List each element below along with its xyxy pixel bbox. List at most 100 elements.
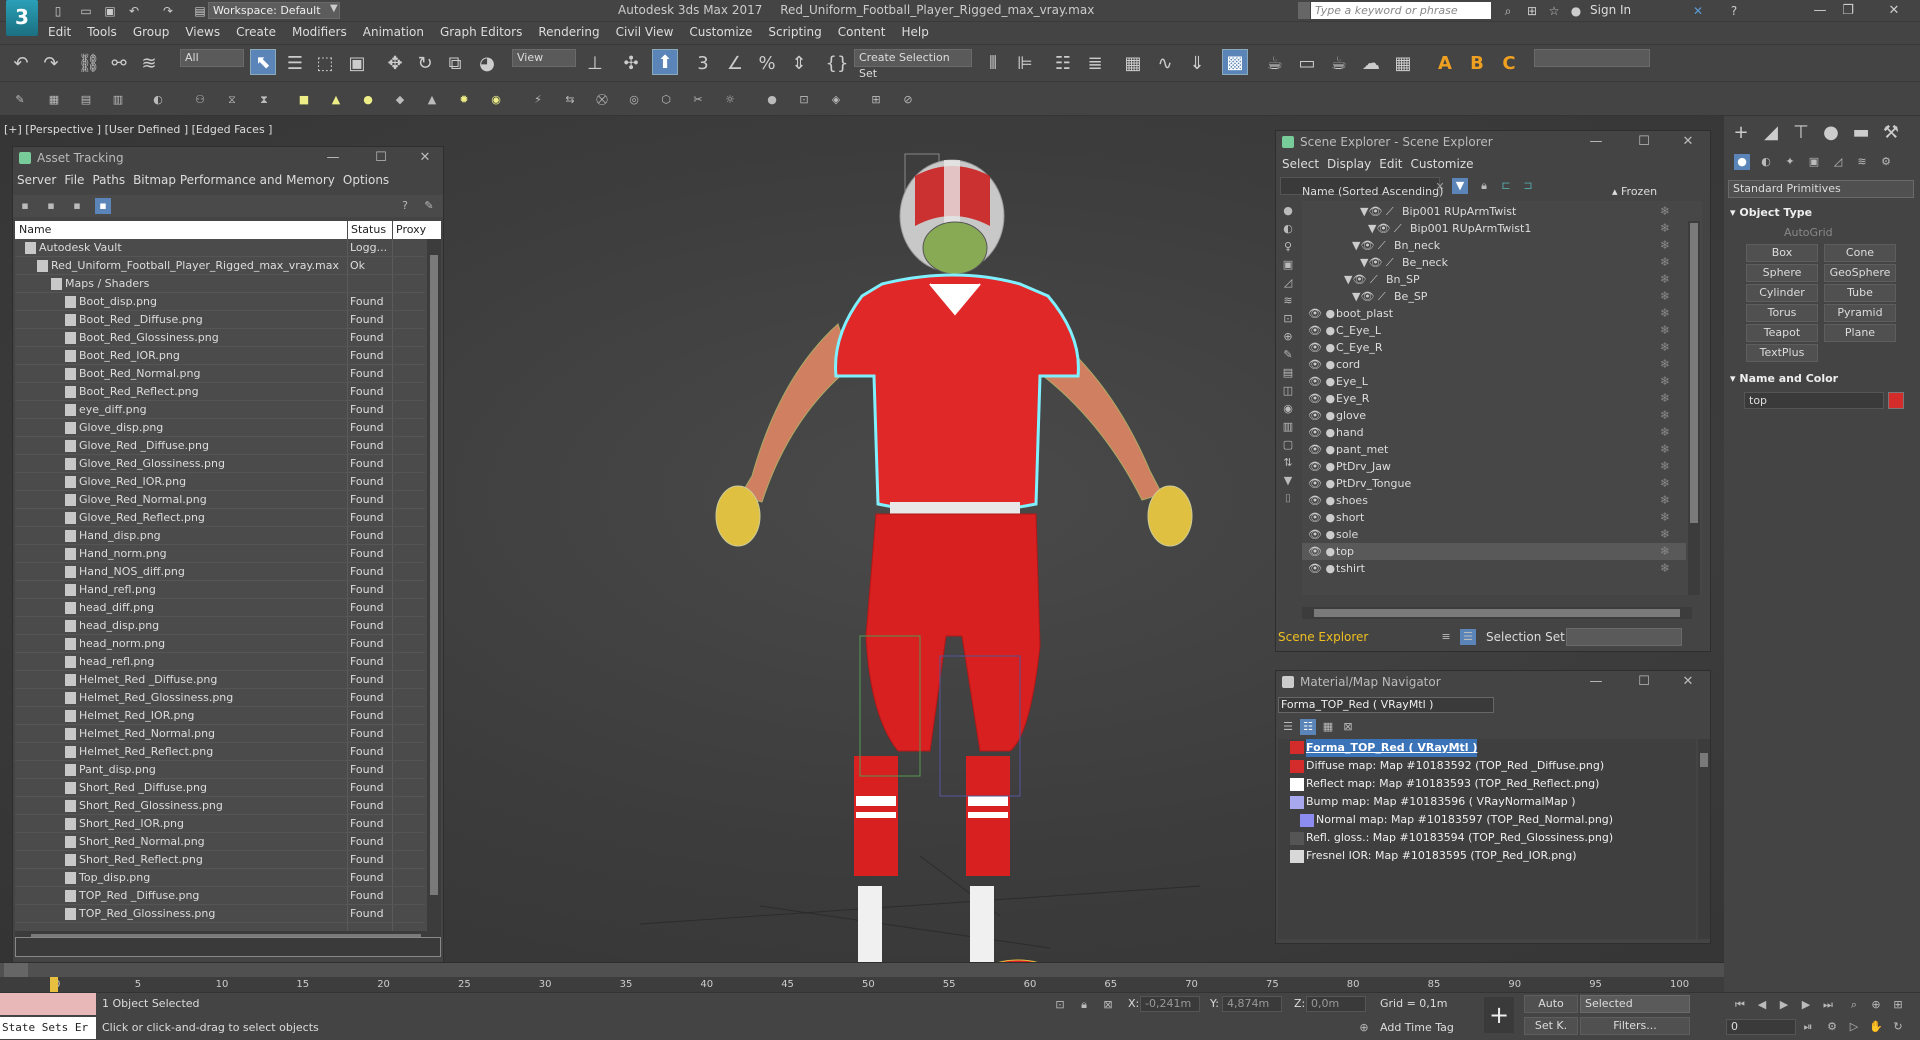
pivot-center-icon[interactable]: ⊥ (582, 51, 608, 77)
toolbar-icon-1[interactable]: ✎ (12, 92, 28, 108)
render-setup-icon[interactable]: ☕ (1262, 51, 1288, 77)
asset-row[interactable]: Short_Red_IOR.png Found (15, 815, 425, 833)
column-header-name[interactable]: Name (15, 221, 347, 239)
menu-civil-view[interactable]: Civil View (608, 22, 682, 42)
column-header-name[interactable]: Name (Sorted Ascending) (1302, 183, 1443, 201)
selection-region-icon[interactable]: ⬚ (312, 51, 338, 77)
display-helpers-icon[interactable]: ◿ (1280, 275, 1296, 291)
display-spacewarps-icon[interactable]: ≋ (1280, 293, 1296, 309)
map-item[interactable]: Refl. gloss.: Map #10183594 (TOP_Red_Glo… (1306, 829, 1613, 847)
panel-close-button[interactable]: ✕ (415, 149, 435, 167)
map-item[interactable]: Diffuse map: Map #10183592 (TOP_Red _Dif… (1306, 757, 1604, 775)
visibility-eye-icon[interactable]: 👁︎ ● (1308, 441, 1335, 458)
panel-maximize-button[interactable]: ☐ (1634, 673, 1654, 691)
pyramid-button[interactable]: Pyramid (1824, 304, 1896, 322)
object-color-swatch[interactable] (1888, 392, 1904, 409)
scene-menu-display[interactable]: Display (1327, 157, 1371, 171)
scene-tree-item[interactable]: ▼👁︎ ⟋ Be_SP ❄ (1302, 288, 1686, 305)
keyboard-shortcut-override-icon[interactable]: ⬆ (652, 49, 678, 75)
vray-b-icon[interactable]: B (1464, 51, 1490, 77)
visibility-eye-icon[interactable]: ▼👁︎ ⟋ (1352, 237, 1386, 254)
curve-editor-icon[interactable]: ∿ (1152, 51, 1178, 77)
frame-counter[interactable] (4, 963, 28, 977)
menu-edit[interactable]: Edit (40, 22, 79, 42)
panel-maximize-button[interactable]: ☐ (371, 149, 391, 167)
scene-tree-item[interactable]: ▼👁︎ ⟋ Bn_SP ❄ (1302, 271, 1686, 288)
spinner-snap-icon[interactable]: ⇕ (786, 51, 812, 77)
column-header-proxy[interactable]: Proxy (393, 221, 441, 239)
map-item[interactable]: Reflect map: Map #10183593 (TOP_Red_Refl… (1306, 775, 1599, 793)
geometry-category-icon[interactable]: ● (1734, 154, 1750, 170)
scene-tree-item[interactable]: 👁︎ ● sole ❄ (1302, 526, 1686, 543)
search-input[interactable]: Type a keyword or phrase (1311, 2, 1491, 19)
asset-row[interactable]: Boot_Red_Normal.png Found (15, 365, 425, 383)
asset-menu-paths[interactable]: Paths (92, 173, 125, 187)
map-item[interactable]: Bump map: Map #10183596 ( VRayNormalMap … (1306, 793, 1576, 811)
display-lights-icon[interactable]: ♀ (1280, 239, 1296, 255)
frozen-icon[interactable]: ❄ (1660, 475, 1670, 492)
scene-menu-edit[interactable]: Edit (1379, 157, 1402, 171)
frozen-icon[interactable]: ❄ (1660, 373, 1670, 390)
rotate-icon[interactable]: ↻ (412, 51, 438, 77)
layer-toggle-icon[interactable]: ≡ (1438, 629, 1454, 645)
object-name-field[interactable]: top (1744, 392, 1884, 409)
render-production-icon[interactable]: ☕ (1326, 51, 1352, 77)
visibility-eye-icon[interactable]: 👁︎ ● (1308, 390, 1335, 407)
placement-icon[interactable]: ◕ (474, 51, 500, 77)
vray-c-icon[interactable]: C (1496, 51, 1522, 77)
asset-row[interactable]: Short_Red_Reflect.png Found (15, 851, 425, 869)
sign-in-link[interactable]: Sign In (1590, 3, 1631, 17)
motion-tab-icon[interactable]: ● (1818, 120, 1844, 146)
scene-tree-item[interactable]: 👁︎ ● C_Eye_L ❄ (1302, 322, 1686, 339)
frozen-icon[interactable]: ❄ (1660, 220, 1670, 237)
visibility-eye-icon[interactable]: 👁︎ ● (1308, 458, 1335, 475)
asset-row[interactable]: Helmet_Red _Diffuse.png Found (15, 671, 425, 689)
asset-row[interactable]: Glove_disp.png Found (15, 419, 425, 437)
zoom-icon[interactable]: ⌕ (1846, 997, 1862, 1013)
frozen-icon[interactable]: ❄ (1660, 407, 1670, 424)
toolbar-icon-15[interactable]: ◉ (488, 92, 504, 108)
scene-tree-item[interactable]: 👁︎ ● glove ❄ (1302, 407, 1686, 424)
menu-animation[interactable]: Animation (355, 22, 432, 42)
map-item[interactable]: Normal map: Map #10183597 (TOP_Red_Norma… (1316, 811, 1613, 829)
utilities-tab-icon[interactable]: ⚒ (1878, 120, 1904, 146)
toolbar-icon-2[interactable]: ▦ (46, 92, 62, 108)
align-icon[interactable]: ⊫ (1012, 51, 1038, 77)
asset-tool-1-icon[interactable]: ▪ (17, 198, 33, 214)
root-material[interactable]: Forma_TOP_Red ( VRayMtl ) (1306, 739, 1478, 757)
go-to-start-icon[interactable]: ⏮ (1732, 997, 1748, 1013)
asset-row[interactable]: Boot_Red_IOR.png Found (15, 347, 425, 365)
toolbar-icon-12[interactable]: ◆ (392, 92, 408, 108)
toolbar-icon-14[interactable]: ✹ (456, 92, 472, 108)
frozen-icon[interactable]: ❄ (1660, 509, 1670, 526)
workspace-dropdown[interactable]: Workspace: Default (208, 2, 340, 19)
isolate-selection-icon[interactable]: ⊡ (1052, 997, 1068, 1013)
textplus-button[interactable]: TextPlus (1746, 344, 1818, 362)
cameras-category-icon[interactable]: ▣ (1806, 154, 1822, 170)
toolbar-icon-22[interactable]: ☼ (722, 92, 738, 108)
auto-key-button[interactable]: Auto (1524, 995, 1578, 1013)
panel-close-button[interactable]: ✕ (1678, 133, 1698, 151)
search-expand-icon[interactable] (1298, 2, 1310, 19)
toolbar-icon-23[interactable]: ● (764, 92, 780, 108)
scene-tree-item[interactable]: ▼👁︎ ⟋ Bip001 RUpArmTwist ❄ (1302, 203, 1686, 220)
subscription-icon[interactable]: ⊞ (1524, 3, 1540, 19)
scene-tree-item[interactable]: 👁︎ ● short ❄ (1302, 509, 1686, 526)
menu-tools[interactable]: Tools (79, 22, 125, 42)
next-frame-icon[interactable]: ▶ (1798, 997, 1814, 1013)
visibility-eye-icon[interactable]: 👁︎ ● (1308, 356, 1335, 373)
select-manipulate-icon[interactable]: ✣ (618, 51, 644, 77)
toolbar-icon-7[interactable]: ⧖ (224, 92, 240, 108)
scene-tree-item[interactable]: 👁︎ ● PtDrv_Tongue ❄ (1302, 475, 1686, 492)
menu-modifiers[interactable]: Modifiers (284, 22, 355, 42)
asset-row[interactable]: Glove_Red_IOR.png Found (15, 473, 425, 491)
key-filter-dropdown[interactable]: Selected (1580, 995, 1690, 1013)
display-shapes-icon[interactable]: ◐ (1280, 221, 1296, 237)
toolbar-icon-11[interactable]: ● (360, 92, 376, 108)
asset-row[interactable]: Hand_disp.png Found (15, 527, 425, 545)
redo-icon[interactable]: ↷ (38, 51, 64, 77)
scene-explorer-footer-label[interactable]: Scene Explorer (1278, 627, 1428, 647)
asset-row[interactable]: Boot_disp.png Found (15, 293, 425, 311)
panel-minimize-button[interactable]: — (1586, 673, 1606, 691)
toolbar-icon-18[interactable]: ⛒ (594, 92, 610, 108)
